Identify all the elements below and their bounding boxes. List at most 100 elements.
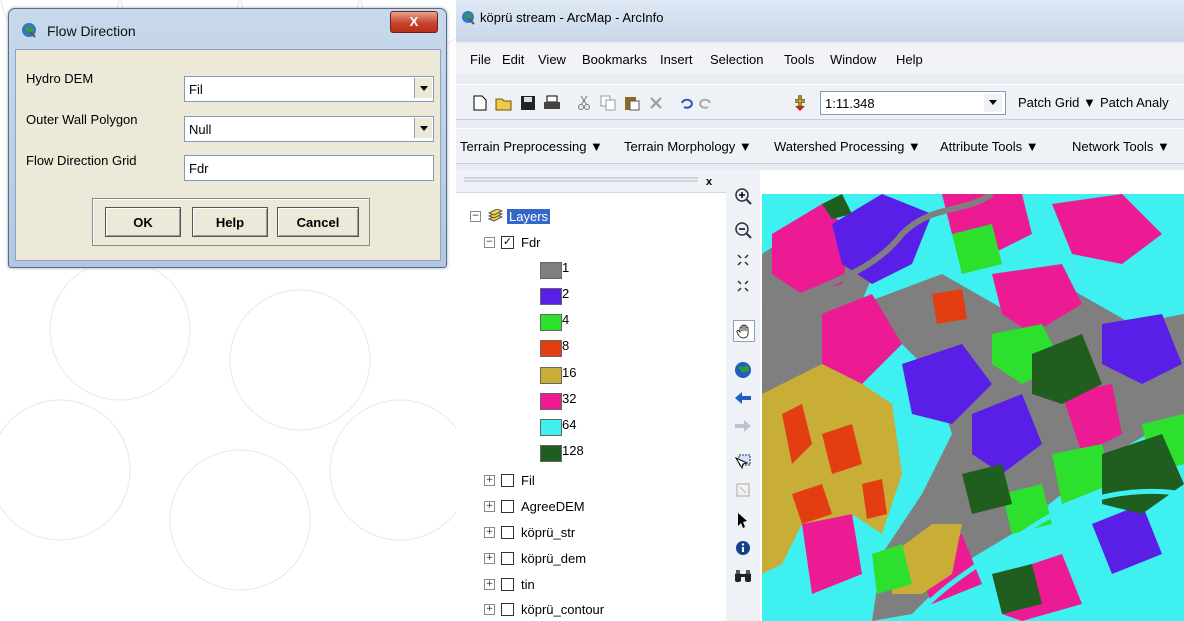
hydro-dem-label: Hydro DEM <box>26 71 94 86</box>
layer-visibility-checkbox[interactable] <box>501 473 514 487</box>
redo-icon[interactable] <box>696 93 716 113</box>
zoom-out-icon[interactable] <box>733 220 753 240</box>
paste-icon[interactable] <box>622 93 642 113</box>
outer-wall-polygon-select[interactable]: Null <box>184 116 434 142</box>
layer-visibility-checkbox[interactable] <box>501 602 514 616</box>
legend-label: 32 <box>562 391 577 406</box>
save-icon[interactable] <box>518 93 538 113</box>
map-scale-combo[interactable]: 1:11.348 <box>820 91 1006 115</box>
layer-label: Fil <box>521 472 535 488</box>
expand-icon[interactable]: + <box>484 552 495 564</box>
select-features-icon[interactable] <box>733 452 753 472</box>
undo-icon[interactable] <box>676 93 696 113</box>
clear-selection-icon[interactable] <box>733 480 753 500</box>
menu-bookmarks[interactable]: Bookmarks <box>582 52 647 67</box>
attribute-tools-menu[interactable]: Attribute Tools ▼ <box>940 139 1039 154</box>
layer-visibility-checkbox[interactable] <box>501 551 514 565</box>
arc-hydro-toolbar: Terrain Preprocessing ▼ Terrain Morpholo… <box>456 128 1184 164</box>
identify-icon[interactable] <box>733 538 753 558</box>
print-icon[interactable] <box>542 93 562 113</box>
legend-swatch <box>540 419 562 436</box>
legend-label: 16 <box>562 365 577 380</box>
cut-icon[interactable] <box>574 93 594 113</box>
expand-icon[interactable]: + <box>484 526 495 538</box>
layers-root[interactable]: − Layers <box>470 206 551 226</box>
new-document-icon[interactable] <box>470 93 490 113</box>
forward-icon[interactable] <box>733 416 753 436</box>
layer-visibility-checkbox[interactable] <box>501 525 514 539</box>
menu-window[interactable]: Window <box>830 52 876 67</box>
layer-visibility-checkbox[interactable] <box>501 577 514 591</box>
outer-wall-polygon-label: Outer Wall Polygon <box>26 112 138 127</box>
full-extent-icon[interactable] <box>733 360 753 380</box>
menu-bar: File Edit View Bookmarks Insert Selectio… <box>456 44 1184 74</box>
layer-item[interactable]: + AgreeDEM <box>484 496 585 516</box>
select-elements-icon[interactable] <box>733 510 753 530</box>
cancel-button[interactable]: Cancel <box>277 207 359 237</box>
copy-icon[interactable] <box>598 93 618 113</box>
legend-swatch <box>540 314 562 331</box>
chevron-down-icon[interactable] <box>414 78 432 98</box>
layer-fdr[interactable]: − ✓ Fdr <box>484 232 541 252</box>
arcmap-window: köprü stream - ArcMap - ArcInfo File Edi… <box>456 0 1184 621</box>
expand-icon[interactable]: + <box>484 474 495 486</box>
legend-label: 64 <box>562 417 577 432</box>
zoom-in-icon[interactable] <box>733 186 753 206</box>
menu-help[interactable]: Help <box>896 52 923 67</box>
arcmap-title-bar[interactable]: köprü stream - ArcMap - ArcInfo <box>456 0 1184 42</box>
ok-button[interactable]: OK <box>105 207 181 237</box>
layer-visibility-checkbox[interactable]: ✓ <box>501 235 514 249</box>
expand-icon[interactable]: + <box>484 578 495 590</box>
terrain-preprocessing-menu[interactable]: Terrain Preprocessing ▼ <box>460 139 603 154</box>
patch-grid-menu[interactable]: Patch Grid ▼ <box>1018 95 1096 110</box>
chevron-down-icon[interactable] <box>414 118 432 138</box>
chevron-down-icon[interactable] <box>984 94 1002 112</box>
pan-icon[interactable] <box>733 320 755 342</box>
collapse-icon[interactable]: − <box>470 210 481 222</box>
open-folder-icon[interactable] <box>494 93 514 113</box>
layer-item[interactable]: + köprü_contour <box>484 599 604 619</box>
add-data-icon[interactable] <box>790 93 810 113</box>
flow-direction-grid-label: Flow Direction Grid <box>26 153 137 168</box>
network-tools-menu[interactable]: Network Tools ▼ <box>1072 139 1170 154</box>
find-icon[interactable] <box>733 566 753 586</box>
dialog-close-button[interactable]: X <box>390 11 438 33</box>
legend-label: 2 <box>562 286 570 301</box>
globe-icon <box>462 11 475 25</box>
grip-handle[interactable] <box>464 176 698 184</box>
menu-edit[interactable]: Edit <box>502 52 524 67</box>
map-view[interactable] <box>760 170 1184 621</box>
terrain-morphology-menu[interactable]: Terrain Morphology ▼ <box>624 139 752 154</box>
menu-insert[interactable]: Insert <box>660 52 693 67</box>
expand-icon[interactable]: + <box>484 603 495 615</box>
layer-item[interactable]: + Fil <box>484 470 535 490</box>
delete-icon[interactable] <box>646 93 666 113</box>
legend-swatch <box>540 393 562 410</box>
layer-item[interactable]: + köprü_dem <box>484 548 586 568</box>
patch-analysis-menu[interactable]: Patch Analy <box>1100 95 1169 110</box>
table-of-contents: x − Layers − ✓ Fdr 1 2 4 8 16 32 64 128 <box>456 170 727 621</box>
flow-direction-grid-input[interactable]: Fdr <box>184 155 434 181</box>
menu-tools[interactable]: Tools <box>784 52 814 67</box>
fixed-zoom-in-icon[interactable] <box>733 250 753 270</box>
layer-item[interactable]: + köprü_str <box>484 522 575 542</box>
hydro-dem-select[interactable]: Fil <box>184 76 434 102</box>
back-icon[interactable] <box>733 388 753 408</box>
layers-icon <box>487 209 503 222</box>
layer-item[interactable]: + tin <box>484 574 535 594</box>
fixed-zoom-out-icon[interactable] <box>733 276 753 296</box>
menu-view[interactable]: View <box>538 52 566 67</box>
dialog-title-bar[interactable]: Flow Direction X <box>9 9 446 49</box>
collapse-icon[interactable]: − <box>484 236 495 248</box>
layer-visibility-checkbox[interactable] <box>501 499 514 513</box>
help-button[interactable]: Help <box>192 207 268 237</box>
toc-header: x <box>456 170 726 193</box>
menu-selection[interactable]: Selection <box>710 52 763 67</box>
expand-icon[interactable]: + <box>484 500 495 512</box>
menu-file[interactable]: File <box>470 52 491 67</box>
dialog-title: Flow Direction <box>47 23 136 39</box>
watershed-processing-menu[interactable]: Watershed Processing ▼ <box>774 139 921 154</box>
tools-toolbar <box>726 170 761 621</box>
toc-close-button[interactable]: x <box>706 176 712 188</box>
flow-direction-raster[interactable] <box>762 194 1184 621</box>
